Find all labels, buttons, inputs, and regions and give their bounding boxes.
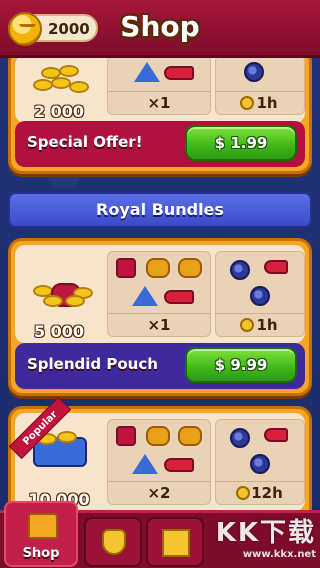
nav-tab-castle[interactable]	[146, 517, 204, 567]
page-title: Shop	[120, 10, 200, 43]
cannon-icon	[178, 258, 202, 278]
nav-tab-trophy[interactable]	[84, 517, 142, 567]
timer-label: 12h	[251, 484, 283, 502]
watermark: KK下载 www.kkx.net	[206, 512, 316, 564]
buy-button-special-offer[interactable]: $ 1.99	[185, 125, 297, 161]
timer-label: 1h	[256, 316, 278, 334]
boosters-count: ×2	[147, 484, 171, 502]
buy-button-splendid-pouch[interactable]: $ 9.99	[185, 347, 297, 383]
wizard-hat-icon	[132, 454, 158, 474]
bomb-icon	[244, 62, 264, 82]
section-banner-royal-bundles: Royal Bundles	[8, 192, 312, 228]
coin-amount-label: 5 000	[33, 322, 85, 341]
rocket-infinite-icon	[264, 260, 288, 274]
boosters-cell: ×2	[107, 419, 211, 505]
boosters-count: ×1	[147, 316, 171, 334]
offer-title: Splendid Pouch	[27, 355, 158, 373]
coin-amount-label: 2 000	[33, 102, 85, 121]
cannon-icon	[178, 426, 202, 446]
hammer-icon	[116, 258, 136, 278]
bomb-infinite-icon	[250, 286, 270, 306]
offer-title: Special Offer!	[27, 133, 143, 151]
hammer-icon	[116, 426, 136, 446]
rocket-icon	[164, 458, 194, 472]
wizard-hat-icon	[134, 62, 160, 82]
timer-cell: 1h	[215, 251, 305, 337]
watermark-url: www.kkx.net	[242, 549, 316, 560]
nav-tab-shop[interactable]: Shop	[4, 501, 78, 567]
offer-footer: Splendid Pouch $ 9.99	[15, 343, 305, 389]
offer-contents: 10 000 ×2 12h	[15, 413, 305, 510]
offer-footer: Special Offer! $ 1.99	[15, 121, 305, 167]
timer-cell: 12h	[215, 419, 305, 505]
timer-cell: 1h	[215, 58, 305, 115]
powder-keg-icon	[146, 426, 170, 446]
boosters-count: ×1	[147, 94, 171, 112]
bomb-infinite-icon	[250, 454, 270, 474]
castle-icon	[162, 529, 190, 557]
offer-contents: 5 000 ×1 1h	[15, 245, 305, 343]
rocket-infinite-icon	[264, 428, 288, 442]
shop-scroll-area[interactable]: 2 000 ×1 1h Special Offer! $ 1.99 Royal …	[0, 58, 320, 510]
rocket-icon	[164, 66, 194, 80]
offer-card-special: 2 000 ×1 1h Special Offer! $ 1.99	[8, 58, 312, 174]
shop-icon	[28, 513, 58, 539]
top-bar: 2000 Shop	[0, 0, 320, 58]
trophy-icon	[102, 529, 126, 555]
boosters-cell: ×1	[107, 58, 211, 115]
bomb-icon	[230, 260, 250, 280]
timer-label: 1h	[256, 94, 278, 112]
offer-card-popular: Popular 10 000 ×2 12h	[8, 396, 312, 510]
offer-contents: 2 000 ×1 1h	[15, 58, 305, 123]
offer-card-splendid-pouch: 5 000 ×1 1h Splendid Pouch $ 9.99	[8, 238, 312, 396]
bomb-icon	[230, 428, 250, 448]
nav-tab-shop-label: Shop	[22, 546, 60, 561]
boosters-cell: ×1	[107, 251, 211, 337]
gold-coins-icon	[29, 59, 91, 105]
watermark-brand: KK下载	[215, 518, 316, 548]
coin-pouch-icon	[29, 259, 93, 307]
powder-keg-icon	[146, 258, 170, 278]
wizard-hat-icon	[132, 286, 158, 306]
rocket-icon	[164, 290, 194, 304]
